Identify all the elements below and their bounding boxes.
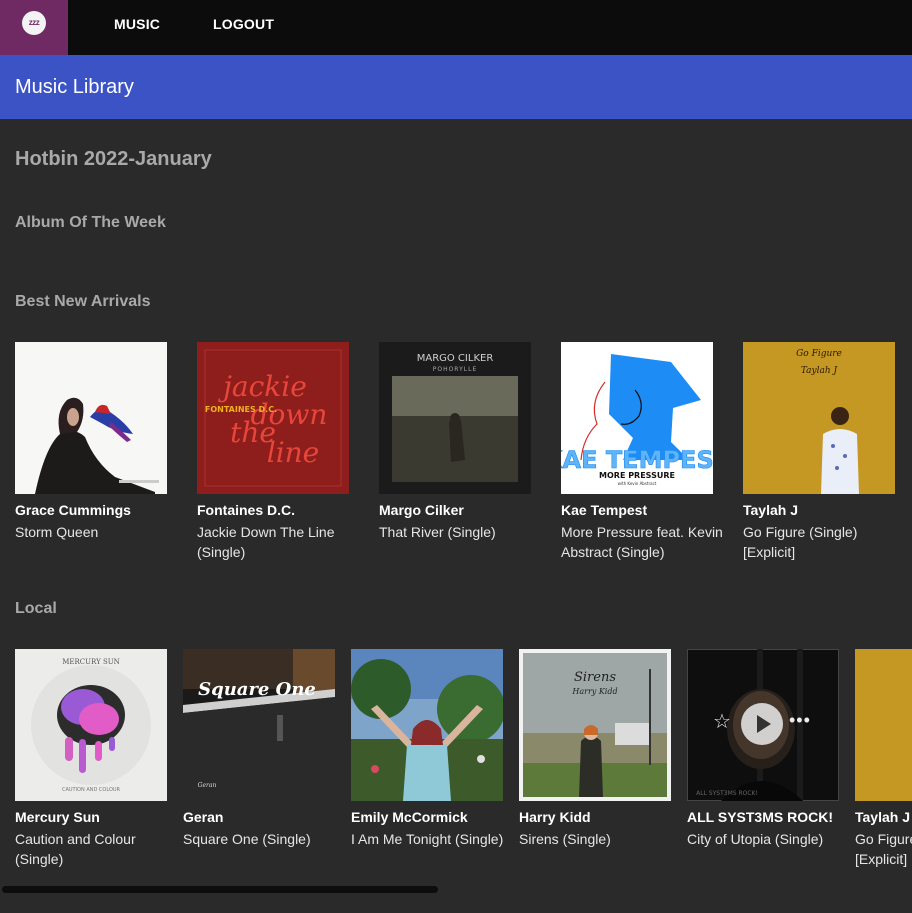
- album-cover[interactable]: Go Figure Taylah J: [743, 342, 895, 494]
- album-card[interactable]: Taylah J Go Figure (Single) [Explicit]: [855, 649, 912, 869]
- svg-text:MORE PRESSURE: MORE PRESSURE: [599, 471, 675, 480]
- svg-text:Harry Kidd: Harry Kidd: [571, 687, 617, 696]
- svg-text:FONTAINES D.C.: FONTAINES D.C.: [205, 405, 277, 414]
- album-cover[interactable]: KAE TEMPEST MORE PRESSURE with Kevin Abs…: [561, 342, 713, 494]
- album-title[interactable]: I Am Me Tonight (Single): [351, 829, 515, 849]
- svg-text:Taylah J: Taylah J: [801, 366, 839, 376]
- svg-text:KAE TEMPEST: KAE TEMPEST: [561, 446, 713, 474]
- top-nav-bar: zzz MUSIC LOGOUT: [0, 0, 912, 55]
- section-local: Local: [15, 600, 57, 617]
- artist-name[interactable]: Mercury Sun: [15, 809, 175, 825]
- svg-text:MERCURY SUN: MERCURY SUN: [62, 658, 120, 666]
- album-title[interactable]: More Pressure feat. Kevin Abstract (Sing…: [561, 522, 725, 562]
- album-cover[interactable]: [855, 649, 912, 801]
- svg-text:Sirens: Sirens: [574, 670, 616, 685]
- album-cover[interactable]: MARGO CILKER POHORYLLE: [379, 342, 531, 494]
- svg-text:with Kevin Abstract: with Kevin Abstract: [618, 481, 657, 486]
- album-title[interactable]: Caution and Colour (Single): [15, 829, 179, 869]
- svg-text:CAUTION AND COLOUR: CAUTION AND COLOUR: [62, 787, 121, 793]
- horizontal-scrollbar[interactable]: [2, 886, 438, 893]
- artist-name[interactable]: Geran: [183, 809, 343, 825]
- album-cover[interactable]: ALL SYST3MS ROCK! ☆ •••: [687, 649, 839, 801]
- svg-text:Geran: Geran: [198, 782, 217, 789]
- more-icon[interactable]: •••: [789, 711, 811, 729]
- artist-name[interactable]: Fontaines D.C.: [197, 502, 357, 518]
- album-title[interactable]: Go Figure (Single) [Explicit]: [855, 829, 912, 869]
- album-title[interactable]: Jackie Down The Line (Single): [197, 522, 361, 562]
- svg-text:Go Figure: Go Figure: [796, 349, 842, 359]
- artist-name[interactable]: Kae Tempest: [561, 502, 721, 518]
- artist-name[interactable]: Taylah J: [743, 502, 903, 518]
- svg-text:MARGO CILKER: MARGO CILKER: [417, 353, 494, 364]
- logo[interactable]: zzz: [0, 0, 68, 55]
- playlist-heading: Hotbin 2022-January: [15, 148, 212, 170]
- album-cover[interactable]: [15, 342, 167, 494]
- album-title[interactable]: That River (Single): [379, 522, 543, 542]
- nav-logout-link[interactable]: LOGOUT: [213, 16, 274, 32]
- svg-text:line: line: [267, 436, 320, 469]
- artist-name[interactable]: Emily McCormick: [351, 809, 511, 825]
- album-title[interactable]: Storm Queen: [15, 522, 179, 542]
- album-cover[interactable]: Sirens Harry Kidd: [519, 649, 671, 801]
- page-title: Music Library: [15, 76, 134, 98]
- artist-name[interactable]: Margo Cilker: [379, 502, 539, 518]
- album-cover[interactable]: [351, 649, 503, 801]
- nav-music-link[interactable]: MUSIC: [114, 16, 160, 32]
- section-album-of-the-week: Album Of The Week: [15, 214, 166, 231]
- album-title[interactable]: Sirens (Single): [519, 829, 683, 849]
- artist-name[interactable]: Grace Cummings: [15, 502, 175, 518]
- album-title[interactable]: Go Figure (Single) [Explicit]: [743, 522, 907, 562]
- svg-text:POHORYLLE: POHORYLLE: [433, 366, 478, 373]
- album-cover[interactable]: MERCURY SUN CAUTION AND COLOUR: [15, 649, 167, 801]
- album-cover[interactable]: jackie down the line FONTAINES D.C.: [197, 342, 349, 494]
- section-best-new-arrivals: Best New Arrivals: [15, 293, 151, 310]
- artist-name[interactable]: Harry Kidd: [519, 809, 679, 825]
- album-cover[interactable]: Square One Geran: [183, 649, 335, 801]
- zzz-logo-icon: zzz: [22, 11, 46, 35]
- album-title[interactable]: City of Utopia (Single): [687, 829, 851, 849]
- album-title[interactable]: Square One (Single): [183, 829, 347, 849]
- app-bar: Music Library: [0, 55, 912, 119]
- artist-name[interactable]: ALL SYST3MS ROCK!: [687, 809, 847, 825]
- artist-name[interactable]: Taylah J: [855, 809, 912, 825]
- svg-text:Square One: Square One: [198, 679, 316, 700]
- play-icon[interactable]: [741, 703, 783, 745]
- star-icon[interactable]: ☆: [713, 712, 731, 732]
